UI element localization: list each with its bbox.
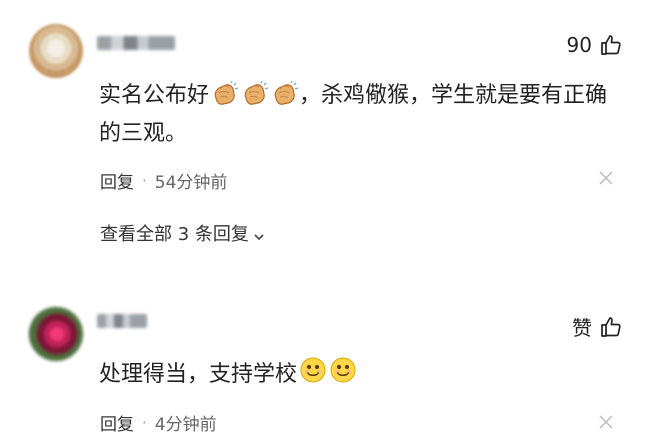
- like-label: 赞: [572, 316, 592, 340]
- view-replies-button[interactable]: 查看全部 3 条回复: [100, 220, 265, 246]
- like-button[interactable]: 90: [567, 33, 622, 57]
- reply-button[interactable]: 回复: [100, 410, 134, 435]
- comment-text: 处理得当，支持学校: [99, 356, 357, 395]
- reply-button[interactable]: 回复: [100, 168, 134, 193]
- chevron-down-icon: [253, 227, 265, 241]
- smiling-face-emoji: [329, 356, 357, 395]
- close-icon[interactable]: [597, 413, 615, 431]
- separator-dot: ·: [142, 171, 147, 190]
- clapping-hands-emoji: [271, 80, 299, 116]
- comment-meta: 回复 · 4分钟前: [100, 410, 217, 436]
- comment-meta: 回复 · 54分钟前: [100, 168, 228, 194]
- like-button[interactable]: 赞: [572, 312, 622, 341]
- clapping-hands-emoji: [211, 80, 239, 116]
- view-replies-label: 查看全部 3 条回复: [100, 224, 249, 245]
- thumb-up-icon: [598, 33, 622, 57]
- comment-text: 实名公布好 ，杀鸡儆猴，学生就是要有正确的三观。: [99, 78, 624, 151]
- like-count: 90: [566, 33, 592, 57]
- timestamp: 4分钟前: [154, 415, 217, 435]
- username-blurred[interactable]: [97, 314, 147, 328]
- avatar[interactable]: [29, 24, 83, 78]
- close-icon[interactable]: [597, 169, 615, 187]
- comment-text-start: 实名公布好: [99, 83, 210, 108]
- smiling-face-emoji: [299, 356, 327, 395]
- avatar[interactable]: [29, 307, 83, 361]
- clapping-hands-emoji: [241, 80, 269, 116]
- comment-text-start: 处理得当，支持学校: [99, 362, 298, 387]
- timestamp: 54分钟前: [154, 173, 228, 193]
- separator-dot: ·: [142, 413, 147, 432]
- comments-page: 90 实名公布好 ，杀鸡儆猴，学生就是要有正确的三观。 回复 · 54分钟前 查…: [0, 0, 660, 444]
- thumb-up-icon: [598, 315, 622, 339]
- username-blurred[interactable]: [97, 36, 175, 50]
